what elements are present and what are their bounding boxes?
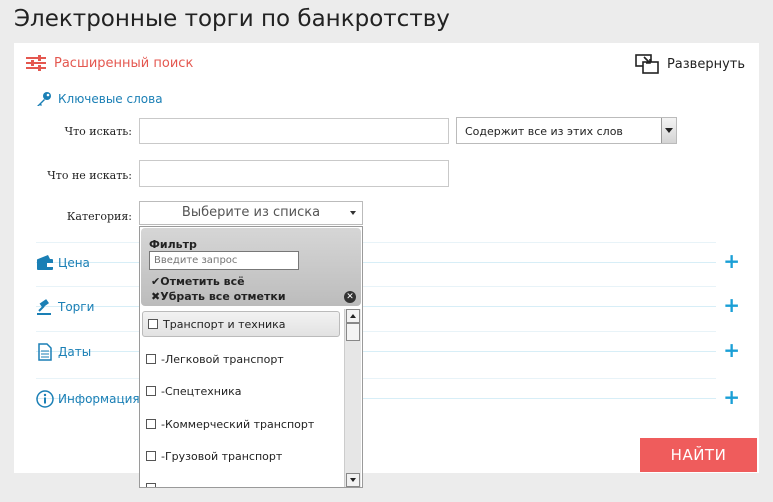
- list-item[interactable]: -Коммерческий транспорт: [146, 411, 314, 437]
- list-item[interactable]: -Легковой транспорт: [146, 346, 284, 372]
- checkbox[interactable]: [146, 419, 156, 429]
- list-item-label: -Коммерческий транспорт: [161, 417, 315, 431]
- filter-label: Фильтр: [149, 238, 197, 251]
- filter-input[interactable]: [149, 251, 299, 270]
- scroll-up-icon[interactable]: [346, 309, 360, 323]
- search-panel: Расширенный поиск Развернуть Ключевые сл…: [14, 43, 759, 473]
- chevron-down-icon[interactable]: [661, 118, 676, 143]
- key-icon: [37, 92, 51, 106]
- expand-button[interactable]: Развернуть: [635, 54, 745, 74]
- divider: [36, 242, 716, 243]
- divider: [36, 262, 716, 263]
- not-label: Что не искать:: [47, 169, 132, 182]
- divider: [36, 331, 716, 332]
- list-item-label: -Легковой транспорт: [161, 352, 284, 366]
- advanced-search-label: Расширенный поиск: [54, 55, 194, 71]
- scroll-down-icon[interactable]: [346, 473, 360, 487]
- divider: [36, 306, 716, 307]
- list-item[interactable]: Транспорт и техника: [142, 311, 340, 337]
- checkbox[interactable]: [146, 451, 156, 461]
- category-label: Категория:: [66, 210, 132, 223]
- checkbox[interactable]: [146, 483, 156, 487]
- clear-all-link[interactable]: ✖Убрать все отметки: [151, 290, 286, 303]
- match-mode-select[interactable]: Содержит все из этих слов: [456, 117, 677, 144]
- advanced-search-link[interactable]: Расширенный поиск: [26, 55, 193, 71]
- scroll-thumb[interactable]: [346, 323, 360, 341]
- section-trades-label: Торги: [58, 300, 95, 314]
- keywords-heading: Ключевые слова: [36, 91, 163, 107]
- section-info-label: Информация: [58, 392, 140, 406]
- sliders-icon: [26, 55, 46, 71]
- plus-icon[interactable]: +: [723, 295, 740, 315]
- x-icon: ✖: [151, 290, 161, 303]
- divider: [36, 378, 716, 379]
- exclude-words-input[interactable]: [139, 160, 449, 187]
- divider: [36, 351, 716, 352]
- caret-down-icon: [350, 211, 356, 215]
- what-search-input[interactable]: [139, 118, 449, 144]
- plus-icon[interactable]: +: [723, 251, 740, 271]
- keywords-title: Ключевые слова: [58, 92, 163, 106]
- select-all-label: Отметить всё: [160, 275, 245, 288]
- divider: [36, 286, 716, 287]
- what-label: Что искать:: [64, 125, 132, 138]
- category-select[interactable]: Выберите из списка: [139, 201, 363, 225]
- match-mode-value: Содержит все из этих слов: [465, 125, 623, 138]
- list-item-label: Транспорт и техника: [163, 317, 286, 331]
- checkbox[interactable]: [146, 386, 156, 396]
- list-item[interactable]: -Грузовой транспорт: [146, 443, 282, 469]
- check-icon: ✔: [151, 275, 161, 288]
- page-title: Электронные торги по банкротству: [14, 6, 450, 32]
- document-icon: [38, 343, 52, 361]
- list-item-label: -Спецтехника: [161, 384, 242, 398]
- category-list: Транспорт и техника -Легковой транспорт …: [141, 309, 342, 487]
- checkbox[interactable]: [148, 319, 158, 329]
- list-item[interactable]: -Спецтехника: [146, 378, 242, 404]
- expand-window-icon: [635, 54, 659, 74]
- section-dates-label: Даты: [58, 345, 92, 359]
- category-value: Выберите из списка: [181, 205, 321, 220]
- clear-all-label: Убрать все отметки: [160, 290, 286, 303]
- find-button[interactable]: НАЙТИ: [640, 438, 757, 472]
- gavel-icon: [37, 299, 51, 315]
- list-item[interactable]: [146, 475, 161, 487]
- category-dropdown: Фильтр ✔Отметить всё ✖Убрать все отметки…: [139, 226, 363, 488]
- dropdown-filter-header: Фильтр ✔Отметить всё ✖Убрать все отметки…: [141, 228, 361, 306]
- list-item-label: -Грузовой транспорт: [161, 449, 283, 463]
- plus-icon[interactable]: +: [723, 387, 740, 407]
- wallet-icon: [37, 255, 53, 270]
- checkbox[interactable]: [146, 354, 156, 364]
- expand-label: Развернуть: [666, 56, 745, 72]
- plus-icon[interactable]: +: [723, 340, 740, 360]
- select-all-link[interactable]: ✔Отметить всё: [151, 275, 245, 288]
- section-price-label: Цена: [58, 256, 90, 270]
- scrollbar[interactable]: [344, 309, 361, 487]
- info-icon: [36, 390, 54, 408]
- close-icon[interactable]: ✕: [344, 291, 356, 303]
